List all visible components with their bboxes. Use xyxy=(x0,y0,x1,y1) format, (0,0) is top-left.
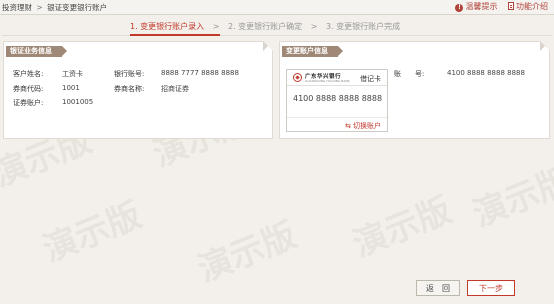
bank-card[interactable]: 广东华兴银行 GUANGDONG HUAXING BANK 借记卡 4100 8… xyxy=(286,69,388,132)
back-button[interactable]: 返 回 xyxy=(416,280,460,296)
card-type: 借记卡 xyxy=(360,75,381,83)
tips-label: 温馨提示 xyxy=(465,2,498,11)
corner-fold-cut xyxy=(263,41,273,51)
card-divider xyxy=(287,117,387,118)
step-1: 1. 变更银行账户录入 xyxy=(130,22,205,31)
switch-account-link[interactable]: ⇆ 切换账户 xyxy=(345,121,381,131)
top-links: ! 温馨提示 功能介绍 xyxy=(447,1,548,12)
account-value: 4100 8888 8888 8888 xyxy=(447,69,525,77)
step-divider xyxy=(2,35,552,36)
corner-fold-cut xyxy=(540,41,550,51)
bank-name-en: GUANGDONG HUAXING BANK xyxy=(305,79,350,83)
panel-title: 变更账户信息 xyxy=(282,46,343,57)
top-bar: 投资理财 > 银证变更银行账户 ! 温馨提示 功能介绍 xyxy=(0,0,554,15)
watermark: 演示版 xyxy=(467,160,554,236)
active-step-underline xyxy=(130,34,220,36)
securities-account-label: 证券账户: xyxy=(13,99,44,107)
next-button[interactable]: 下一步 xyxy=(467,280,515,296)
intro-label: 功能介绍 xyxy=(516,2,548,11)
breadcrumb-item-invest[interactable]: 投资理财 xyxy=(2,3,32,12)
step-separator: > xyxy=(310,22,318,31)
intro-link[interactable]: 功能介绍 xyxy=(508,1,548,12)
bank-account-value: 8888 7777 8888 8888 xyxy=(161,69,239,77)
customer-name-label: 客户姓名: xyxy=(13,70,44,78)
broker-name-label: 券商名称: xyxy=(114,85,145,93)
breadcrumb: 投资理财 > 银证变更银行账户 xyxy=(2,2,107,13)
securities-info-panel: 银证业务信息 客户姓名: 工资卡 银行账号: 8888 7777 8888 88… xyxy=(3,41,273,139)
bank-card-header: 广东华兴银行 GUANGDONG HUAXING BANK 借记卡 xyxy=(287,70,387,86)
step-2: 2. 变更银行账户确定 xyxy=(227,22,303,31)
watermark: 演示版 xyxy=(192,215,303,291)
switch-account-label: 切换账户 xyxy=(353,122,381,130)
bank-logo-icon xyxy=(293,73,302,82)
info-icon: ! xyxy=(455,4,464,12)
step-separator: > xyxy=(212,22,220,31)
broker-code-label: 券商代码: xyxy=(13,85,44,93)
panel-title: 银证业务信息 xyxy=(6,46,67,57)
watermark: 演示版 xyxy=(37,195,148,271)
account-label: 账 号: xyxy=(394,70,425,78)
securities-account-value: 1001005 xyxy=(62,98,94,106)
broker-name-value: 招商证券 xyxy=(161,85,189,93)
document-icon xyxy=(508,2,514,10)
change-account-panel: 变更账户信息 广东华兴银行 GUANGDONG HUAXING BANK 借记卡… xyxy=(279,41,550,139)
bank-account-label: 银行账号: xyxy=(114,70,145,78)
breadcrumb-item-current: 银证变更银行账户 xyxy=(47,3,108,12)
swap-icon: ⇆ xyxy=(345,122,351,130)
watermark: 演示版 xyxy=(347,190,458,266)
broker-code-value: 1001 xyxy=(62,84,80,92)
step-indicator: 1. 变更银行账户录入 > 2. 变更银行账户确定 > 3. 变更银行账户完成 xyxy=(130,21,400,32)
tips-link[interactable]: ! 温馨提示 xyxy=(455,1,497,12)
step-3: 3. 变更银行账户完成 xyxy=(325,22,401,31)
card-number: 4100 8888 8888 8888 xyxy=(293,94,383,103)
breadcrumb-separator: > xyxy=(36,3,43,12)
customer-name-value: 工资卡 xyxy=(62,70,83,78)
